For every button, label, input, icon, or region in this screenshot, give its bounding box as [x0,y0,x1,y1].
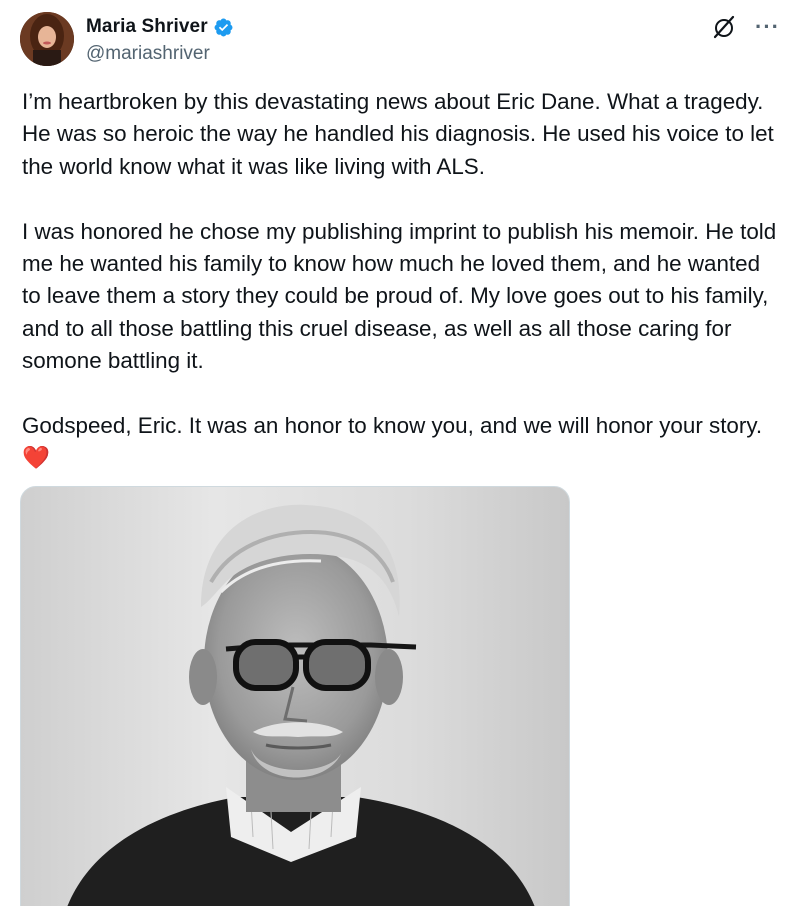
avatar-image [20,12,74,66]
avatar[interactable] [20,12,74,66]
paragraph-3: Godspeed, Eric. It was an honor to know … [22,413,763,439]
portrait-image [21,487,569,906]
tweet: Maria Shriver @mariashriver ··· I’m hear… [0,0,800,906]
tweet-header: Maria Shriver @mariashriver ··· [20,12,780,68]
paragraph-1: I’m heartbroken by this devastating news… [22,89,780,179]
heart-emoji: ❤️ [22,445,50,471]
display-name[interactable]: Maria Shriver [86,16,208,38]
author-names: Maria Shriver @mariashriver [86,14,234,65]
verified-badge-icon[interactable] [213,17,234,38]
header-actions: ··· [711,14,780,40]
grok-icon[interactable] [711,14,737,40]
tweet-photo[interactable] [20,486,570,906]
author-handle[interactable]: @mariashriver [86,43,234,65]
display-name-row: Maria Shriver [86,14,234,40]
more-options-icon[interactable]: ··· [755,16,780,38]
paragraph-2: I was honored he chose my publishing imp… [22,218,783,374]
tweet-text: I’m heartbroken by this devastating news… [22,86,782,475]
